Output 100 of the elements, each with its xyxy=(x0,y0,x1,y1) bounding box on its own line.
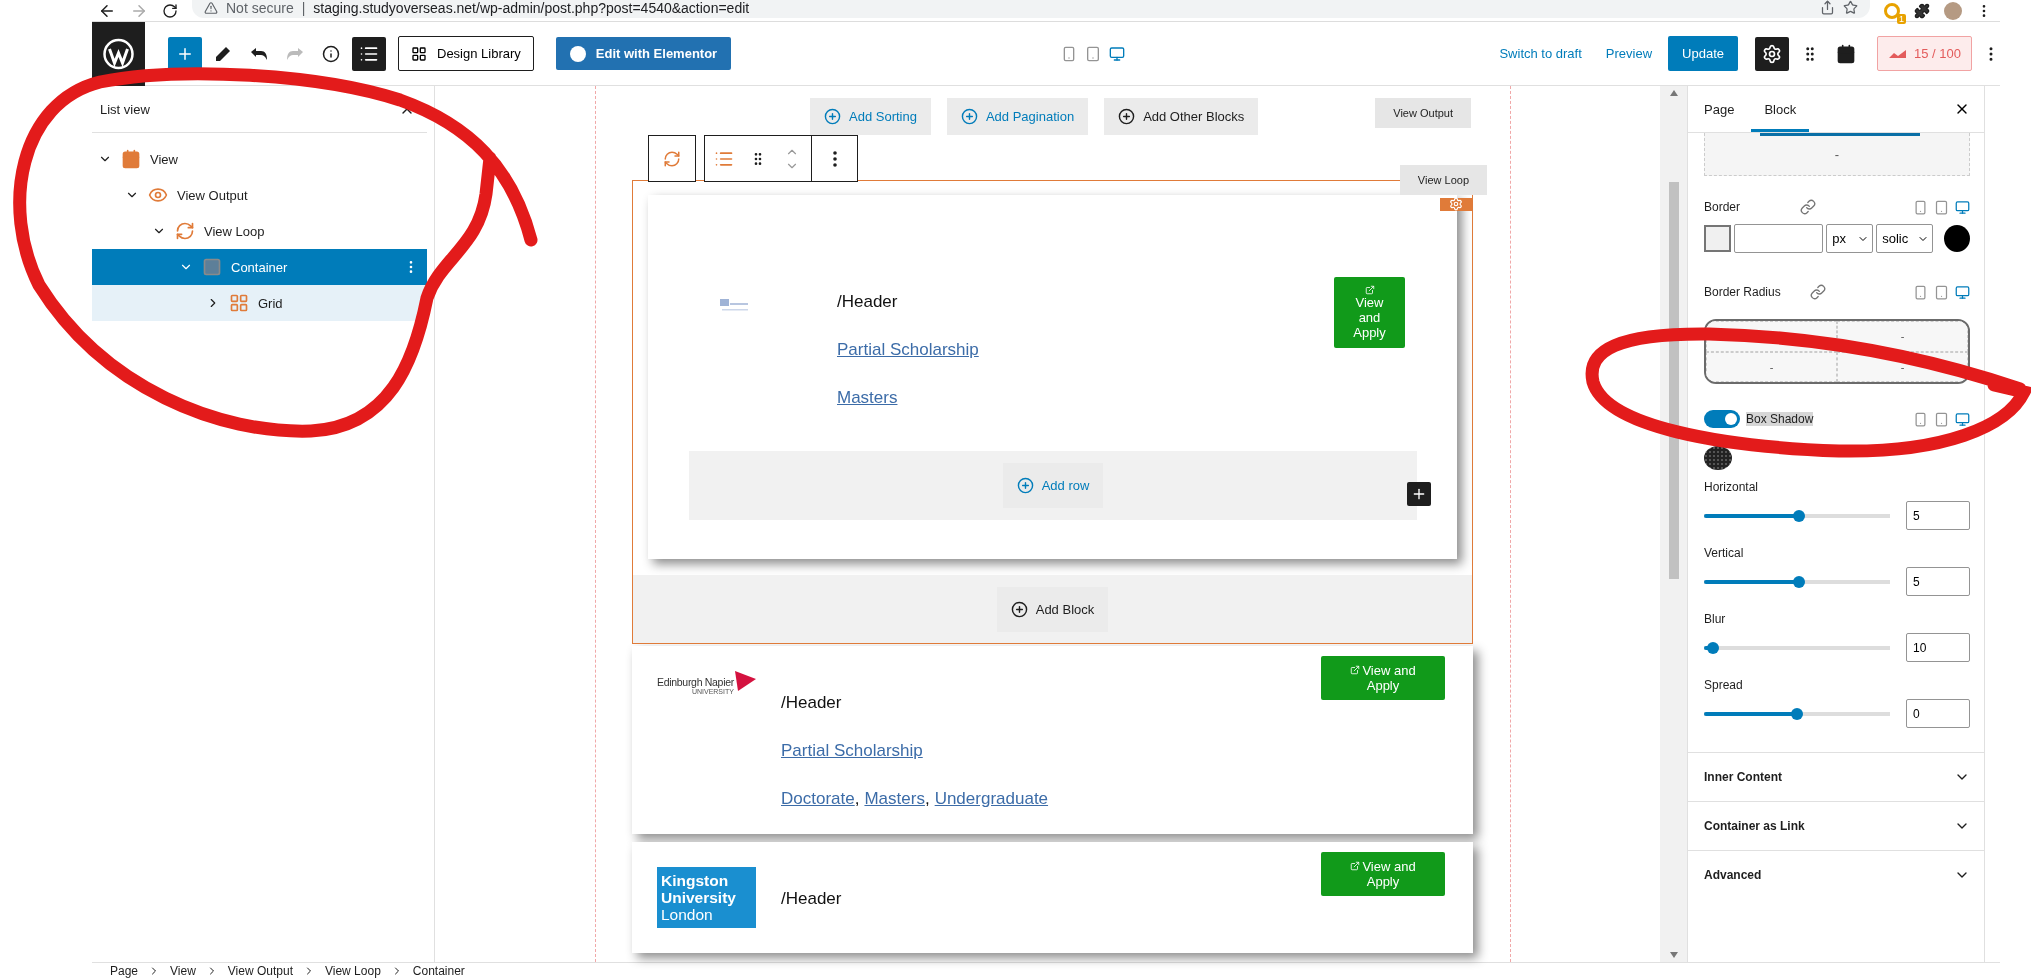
breadcrumb-link[interactable]: Page xyxy=(110,963,139,978)
value-field[interactable]: 5 xyxy=(1906,567,1970,596)
circle-icon xyxy=(569,45,586,62)
link-icon[interactable] xyxy=(1809,284,1826,300)
border-width-field[interactable] xyxy=(1734,224,1824,253)
value-field[interactable]: 0 xyxy=(1906,699,1970,728)
plus-circle-icon xyxy=(824,108,841,125)
share-icon[interactable] xyxy=(1820,0,1835,15)
level-link[interactable]: Doctorate xyxy=(781,789,855,808)
field-label: Border xyxy=(1704,200,1741,214)
view-loop-tag: View Loop xyxy=(1399,165,1487,195)
apply-button[interactable]: View and Apply xyxy=(1334,277,1405,348)
chart-icon xyxy=(1888,47,1908,60)
level-link[interactable]: Undergraduate xyxy=(934,789,1049,808)
level-link[interactable]: Masters xyxy=(864,789,925,808)
settings-icon xyxy=(1762,43,1782,64)
security-label: Not secure xyxy=(226,0,294,16)
address-bar[interactable]: Not secure | staging.studyoverseas.net/wp-admin/post.php?post=4540&action=edit xyxy=(192,0,1870,18)
preview-link[interactable]: Preview xyxy=(1605,46,1653,61)
reload-icon[interactable] xyxy=(162,2,178,19)
slider-thumb[interactable] xyxy=(1707,641,1720,654)
radius-field[interactable]: - xyxy=(1706,351,1837,382)
calendar-icon xyxy=(1836,43,1856,64)
logo-icon xyxy=(720,298,750,312)
add-action-button[interactable]: Add Sorting xyxy=(810,98,931,135)
design-library-button[interactable]: Design Library xyxy=(398,36,534,71)
apply-button[interactable]: View and Apply xyxy=(1321,852,1445,896)
card-header: /Header xyxy=(837,292,899,312)
sidebar-tab[interactable]: Page xyxy=(1704,86,1748,132)
scholarship-link[interactable]: Partial Scholarship xyxy=(781,741,923,760)
value-field[interactable]: 10 xyxy=(1906,633,1970,662)
card-header: /Header xyxy=(781,889,843,909)
list-view-item[interactable]: Grid xyxy=(92,285,427,321)
slider-thumb[interactable] xyxy=(1792,509,1805,522)
pennant-icon xyxy=(733,671,756,693)
scroll-down-icon[interactable] xyxy=(1669,952,1678,958)
link-icon[interactable] xyxy=(1800,199,1817,215)
sidebar-tab[interactable]: Block xyxy=(1751,86,1810,132)
desktop-icon[interactable] xyxy=(1955,199,1970,215)
color-swatch[interactable] xyxy=(1704,225,1732,252)
desktop-icon[interactable] xyxy=(1955,284,1970,300)
level-link[interactable]: Masters xyxy=(837,388,898,407)
more-icon xyxy=(832,150,837,167)
scroll-up-icon[interactable] xyxy=(1669,90,1678,96)
switch-to-draft-link[interactable]: Switch to draft xyxy=(1499,46,1582,61)
desktop-icon[interactable] xyxy=(1109,45,1126,62)
plus-circle-icon xyxy=(960,108,978,125)
external-link-icon xyxy=(1350,665,1361,675)
tablet-icon[interactable] xyxy=(1934,284,1949,300)
mobile-icon[interactable] xyxy=(1913,411,1928,427)
add-row-button[interactable]: Add row xyxy=(1002,463,1104,508)
add-block-button[interactable]: Add Block xyxy=(996,586,1109,632)
shadow-color-swatch[interactable] xyxy=(1704,446,1732,470)
list-view-item[interactable]: View xyxy=(92,141,427,177)
add-block-button[interactable] xyxy=(168,36,202,71)
mobile-icon[interactable] xyxy=(1913,199,1928,215)
scrollbar[interactable] xyxy=(1660,86,1687,962)
tablet-icon[interactable] xyxy=(1085,45,1102,62)
star-icon[interactable] xyxy=(1843,0,1858,15)
refresh-icon xyxy=(175,221,195,241)
tablet-icon[interactable] xyxy=(1934,411,1949,427)
apply-button[interactable]: View and Apply xyxy=(1321,656,1445,700)
slider-thumb[interactable] xyxy=(1791,707,1803,720)
list-view-item[interactable]: View Output xyxy=(92,177,427,213)
scroll-thumb[interactable] xyxy=(1668,182,1679,579)
breadcrumb-link[interactable]: Container xyxy=(412,963,465,978)
item-label: View Loop xyxy=(204,223,266,239)
add-button[interactable] xyxy=(1407,482,1431,506)
list-view-item[interactable]: View Loop xyxy=(92,213,427,249)
breadcrumb-link[interactable]: View Loop xyxy=(325,963,381,978)
settings-button[interactable] xyxy=(1755,36,1789,71)
scholarship-link[interactable]: Partial Scholarship xyxy=(837,340,979,359)
update-button[interactable]: Update xyxy=(1668,36,1738,71)
refresh-icon xyxy=(663,149,681,168)
radius-control[interactable]: - - - xyxy=(1704,319,1970,384)
item-label: View xyxy=(150,151,179,167)
breadcrumb-link[interactable]: View Output xyxy=(227,963,293,978)
slider-thumb[interactable] xyxy=(1792,575,1805,588)
breadcrumb-link[interactable]: View xyxy=(170,963,196,978)
style-select[interactable]: solic xyxy=(1876,224,1933,253)
value-field[interactable]: 5 xyxy=(1906,501,1970,530)
unit-select[interactable]: px xyxy=(1826,224,1874,253)
loop-button[interactable] xyxy=(648,135,696,182)
desktop-icon[interactable] xyxy=(1955,411,1970,427)
card-header: /Header xyxy=(781,693,843,713)
add-action-button[interactable]: Add Other Blocks xyxy=(1104,98,1259,135)
external-link-icon xyxy=(1350,861,1361,871)
list-view-button[interactable] xyxy=(352,36,386,71)
gear-icon[interactable] xyxy=(1440,198,1472,211)
extension-badge: 1 xyxy=(1897,13,1906,24)
edit-with-elementor-button[interactable]: Edit with Elementor xyxy=(555,37,732,70)
list-view-item[interactable]: Container xyxy=(92,249,427,285)
add-action-button[interactable]: Add Pagination xyxy=(946,98,1089,135)
tablet-icon[interactable] xyxy=(1934,199,1949,215)
border-color-swatch[interactable] xyxy=(1943,225,1970,252)
puzzle-icon[interactable] xyxy=(1914,2,1930,19)
box-shadow-toggle[interactable] xyxy=(1704,410,1740,428)
mobile-icon[interactable] xyxy=(1913,284,1928,300)
avatar-icon[interactable] xyxy=(1944,1,1962,20)
warning-icon xyxy=(204,0,218,15)
